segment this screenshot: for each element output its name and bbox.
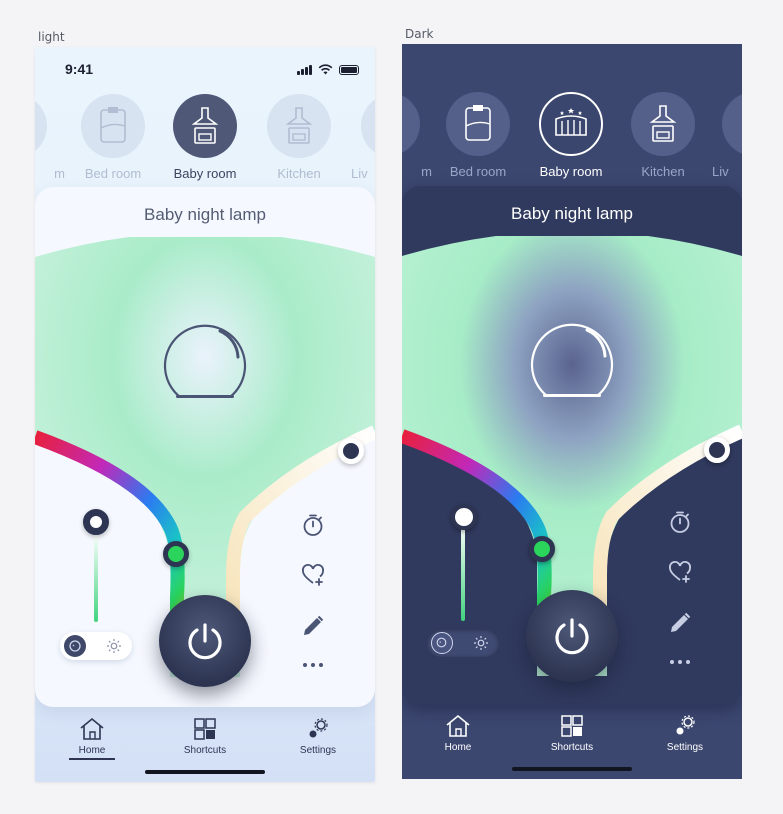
room-item-bed-room[interactable]: Bed room — [446, 92, 510, 179]
room-item-kitchen[interactable]: Kitchen — [267, 94, 331, 181]
tab-settings[interactable]: Settings — [278, 715, 358, 756]
status-bar: 9:41 — [35, 61, 375, 81]
bed-icon — [465, 105, 491, 141]
crib-icon — [555, 108, 587, 136]
tab-shortcuts[interactable]: Shortcuts — [532, 712, 612, 753]
heart-add-icon[interactable] — [668, 560, 692, 584]
home-icon — [80, 717, 104, 740]
signal-icon — [297, 64, 312, 75]
mode-toggle[interactable] — [427, 629, 499, 657]
settings-gears-icon — [676, 715, 695, 735]
kitchen-stove-icon — [649, 105, 677, 142]
sun-icon — [474, 636, 488, 650]
tab-bar: Home Shortcuts Settings — [35, 707, 375, 782]
active-tab-indicator — [69, 758, 115, 760]
battery-icon — [339, 64, 359, 75]
power-button[interactable] — [526, 590, 618, 682]
power-button[interactable] — [159, 595, 251, 687]
shortcuts-grid-icon — [561, 715, 583, 737]
room-item-baby-room[interactable]: Baby room — [173, 94, 237, 181]
more-dots-icon[interactable] — [668, 650, 692, 674]
light-phone-screen: 9:41 m Bed room Baby room Kitchen Liv Ba… — [35, 47, 375, 782]
baby-mode-icon — [431, 632, 453, 654]
power-icon — [188, 623, 222, 660]
tab-bar: Home Shortcuts Settings — [402, 704, 742, 779]
heart-add-icon[interactable] — [301, 563, 325, 587]
wifi-icon — [318, 64, 333, 75]
room-item-living-room[interactable]: Liv — [351, 94, 375, 181]
room-item-baby-room[interactable]: Baby room — [539, 92, 603, 179]
light-variant-label: light — [38, 30, 65, 44]
pencil-icon[interactable] — [668, 611, 692, 635]
tab-home[interactable]: Home — [418, 712, 498, 753]
kitchen-stove-icon — [191, 107, 219, 144]
mode-toggle[interactable] — [60, 632, 132, 660]
color-slider-handle[interactable] — [529, 536, 555, 562]
room-item-living-room[interactable]: Liv — [712, 92, 742, 179]
room-item-partial[interactable]: m — [35, 94, 65, 181]
color-slider-handle[interactable] — [163, 541, 189, 567]
room-carousel[interactable]: m Bed room Baby room Kitchen Liv — [35, 94, 375, 189]
tab-settings[interactable]: Settings — [645, 712, 725, 753]
home-icon — [446, 714, 470, 737]
night-lamp-icon — [163, 324, 247, 398]
tab-shortcuts[interactable]: Shortcuts — [165, 715, 245, 756]
shortcuts-grid-icon — [194, 718, 216, 740]
dark-phone-screen: m Bed room Baby room Kitchen Liv Baby ni… — [402, 44, 742, 779]
room-item-partial[interactable]: m — [402, 92, 432, 179]
timer-icon[interactable] — [668, 510, 692, 534]
brightness-slider-handle[interactable] — [83, 509, 109, 535]
device-card: Baby night lamp — [402, 186, 742, 704]
room-item-kitchen[interactable]: Kitchen — [631, 92, 695, 179]
brightness-slider-handle[interactable] — [451, 504, 477, 530]
power-icon — [555, 618, 589, 655]
warmth-slider-handle[interactable] — [338, 438, 364, 464]
device-title: Baby night lamp — [511, 204, 633, 223]
device-title: Baby night lamp — [144, 205, 266, 224]
room-carousel[interactable]: m Bed room Baby room Kitchen Liv — [402, 92, 742, 187]
settings-gears-icon — [309, 718, 328, 738]
brightness-slider-track — [94, 532, 98, 622]
kitchen-stove-icon — [285, 107, 313, 144]
status-time: 9:41 — [65, 61, 94, 77]
bed-icon — [100, 107, 126, 143]
device-card: Baby night lamp — [35, 187, 375, 707]
pencil-icon[interactable] — [301, 614, 325, 638]
home-indicator — [145, 770, 265, 774]
night-lamp-icon — [530, 323, 614, 397]
dark-variant-label: Dark — [405, 27, 434, 41]
more-dots-icon[interactable] — [301, 653, 325, 677]
brightness-slider-track — [461, 521, 465, 621]
room-item-bed-room[interactable]: Bed room — [81, 94, 145, 181]
home-indicator — [512, 767, 632, 771]
tab-home[interactable]: Home — [52, 715, 132, 760]
warmth-slider-handle[interactable] — [704, 437, 730, 463]
sun-icon — [107, 639, 121, 653]
baby-mode-icon — [64, 635, 86, 657]
timer-icon[interactable] — [301, 513, 325, 537]
